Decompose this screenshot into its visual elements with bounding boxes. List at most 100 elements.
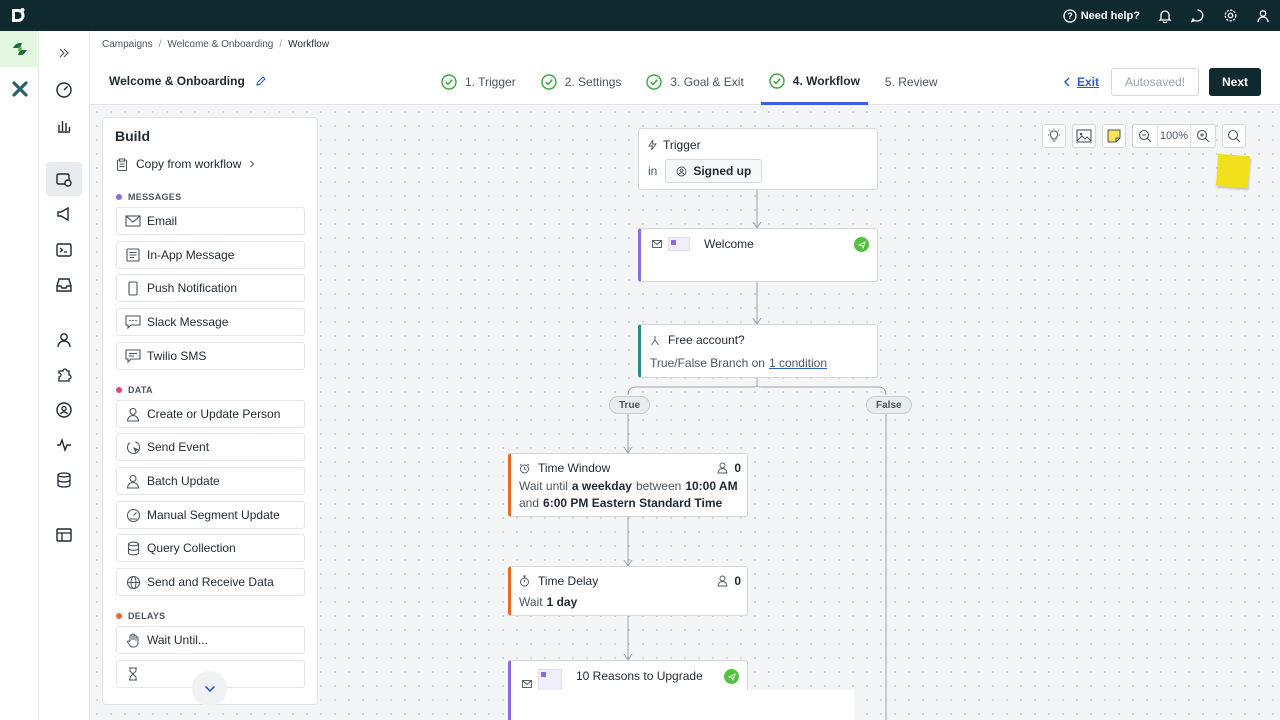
step-workflow[interactable]: 4. Workflow: [760, 70, 868, 105]
inbox-icon[interactable]: [46, 268, 82, 302]
journeys-app-icon[interactable]: [0, 31, 39, 67]
user-icon[interactable]: [1256, 9, 1270, 23]
bell-icon[interactable]: [1158, 9, 1172, 23]
step-label: 3. Goal & Exit: [670, 75, 744, 89]
section-label: MESSAGES: [128, 192, 182, 202]
branch-desc: True/False Branch on: [650, 356, 765, 370]
help-label: Need help?: [1080, 9, 1140, 22]
breadcrumb-campaign[interactable]: Welcome & Onboarding: [167, 39, 273, 50]
trigger-segment-chip[interactable]: Signed up: [665, 159, 763, 183]
tw-text-2: a weekday: [571, 479, 632, 493]
breadcrumb-campaigns[interactable]: Campaigns: [102, 39, 153, 50]
chevron-right-icon: [250, 160, 255, 168]
alarm-clock-icon: [519, 463, 530, 473]
phone-icon: [125, 280, 141, 296]
svg-text:?: ?: [1067, 11, 1073, 21]
build-item-label: Send Event: [147, 440, 210, 454]
zoom-in-button[interactable]: [1191, 125, 1215, 147]
envelope-icon: [652, 240, 662, 248]
step-review[interactable]: 5. Review: [877, 70, 946, 94]
next-button[interactable]: Next: [1209, 68, 1261, 96]
build-item-batch-update[interactable]: Batch Update: [116, 467, 305, 495]
add-note-button[interactable]: [1102, 124, 1126, 148]
build-item-label: Slack Message: [147, 315, 229, 329]
build-item-in-app[interactable]: In-App Message: [116, 241, 305, 269]
segments-icon[interactable]: [46, 393, 82, 427]
branch-node[interactable]: Free account? True/False Branch on 1 con…: [638, 324, 878, 378]
breadcrumb: Campaigns / Welcome & Onboarding / Workf…: [102, 39, 330, 50]
scroll-down-button[interactable]: [192, 671, 227, 706]
build-item-create-update-person[interactable]: Create or Update Person: [116, 400, 305, 428]
zoom-out-icon: [1138, 129, 1152, 143]
add-image-button[interactable]: [1072, 124, 1096, 148]
time-window-node[interactable]: Time Window 0 Wait until a weekday betwe…: [508, 453, 748, 517]
objects-table-icon[interactable]: [46, 518, 82, 552]
chat-icon[interactable]: [1190, 8, 1205, 23]
app-logo-icon[interactable]: [10, 7, 27, 24]
search-button[interactable]: [1222, 124, 1246, 148]
build-item-twilio[interactable]: Twilio SMS: [116, 342, 305, 370]
activity-icon[interactable]: [46, 428, 82, 462]
analytics-icon[interactable]: [46, 108, 82, 142]
other-app-icon[interactable]: [0, 71, 39, 107]
tw-text-1: Wait until: [519, 479, 568, 493]
time-delay-node[interactable]: Time Delay 0 Wait 1 day: [508, 566, 748, 616]
build-panel: Build Copy from workflow MESSAGES Email …: [102, 117, 318, 705]
step-label: 5. Review: [884, 75, 938, 89]
time-delay-title: Time Delay: [538, 574, 599, 588]
zoom-out-button[interactable]: [1133, 125, 1157, 147]
step-trigger[interactable]: 1. Trigger: [433, 70, 524, 94]
campaigns-icon[interactable]: [46, 162, 82, 196]
dashboard-icon[interactable]: [46, 73, 82, 107]
trigger-node[interactable]: Trigger in Signed up: [638, 128, 878, 190]
speech-bubble-icon: [125, 314, 141, 330]
step-settings[interactable]: 2. Settings: [533, 70, 630, 94]
section-data: DATA: [116, 385, 153, 395]
td-text-2: 1 day: [546, 595, 578, 609]
transactional-icon[interactable]: [46, 233, 82, 267]
tw-text-5: and: [519, 496, 540, 510]
canvas-toolbar: 100%: [1042, 124, 1246, 148]
step-nav: 1. Trigger 2. Settings 3. Goal & Exit 4.…: [433, 70, 955, 105]
step-label: 4. Workflow: [792, 73, 860, 88]
gear-icon[interactable]: [1223, 8, 1238, 23]
people-icon[interactable]: [46, 323, 82, 357]
build-item-manual-segment-update[interactable]: Manual Segment Update: [116, 501, 305, 529]
build-item-slack[interactable]: Slack Message: [116, 308, 305, 336]
sent-status-icon: [854, 237, 869, 252]
copy-from-workflow[interactable]: Copy from workflow: [116, 157, 255, 171]
chevron-down-icon: [204, 685, 215, 692]
check-circle-icon: [541, 74, 557, 90]
build-item-send-event[interactable]: Send Event: [116, 433, 305, 461]
branch-icon: [651, 335, 659, 345]
integrations-icon[interactable]: [46, 358, 82, 392]
email-node-welcome[interactable]: Welcome: [638, 228, 878, 282]
help-button[interactable]: ? Need help?: [1063, 8, 1140, 23]
sticky-note[interactable]: [1215, 153, 1251, 189]
build-item-send-receive-data[interactable]: Send and Receive Data: [116, 568, 305, 596]
build-item-email[interactable]: Email: [116, 207, 305, 235]
exit-link[interactable]: Exit: [1063, 75, 1099, 89]
data-index-icon[interactable]: [46, 463, 82, 497]
edit-pencil-icon[interactable]: [255, 75, 267, 87]
campaign-title: Welcome & Onboarding: [109, 74, 245, 88]
td-text-1: Wait: [519, 595, 543, 609]
build-item-wait-until[interactable]: Wait Until...: [116, 626, 305, 654]
build-item-label: In-App Message: [147, 248, 235, 262]
sms-icon: [125, 348, 141, 364]
zoom-level: 100%: [1157, 125, 1191, 147]
broadcasts-icon[interactable]: [46, 197, 82, 231]
expand-nav-icon[interactable]: [46, 36, 82, 70]
build-item-query-collection[interactable]: Query Collection: [116, 534, 305, 562]
step-goal-exit[interactable]: 3. Goal & Exit: [638, 70, 751, 94]
person-icon: [717, 575, 728, 587]
zoom-in-icon: [1196, 129, 1210, 143]
branch-condition-link[interactable]: 1 condition: [769, 356, 827, 370]
zoom-controls: 100%: [1132, 124, 1216, 148]
build-item-label: Email: [147, 214, 178, 228]
envelope-icon: [125, 213, 141, 229]
build-item-push[interactable]: Push Notification: [116, 274, 305, 302]
nav-rail: [39, 31, 90, 720]
tips-button[interactable]: [1042, 124, 1066, 148]
sent-status-icon: [724, 669, 739, 684]
